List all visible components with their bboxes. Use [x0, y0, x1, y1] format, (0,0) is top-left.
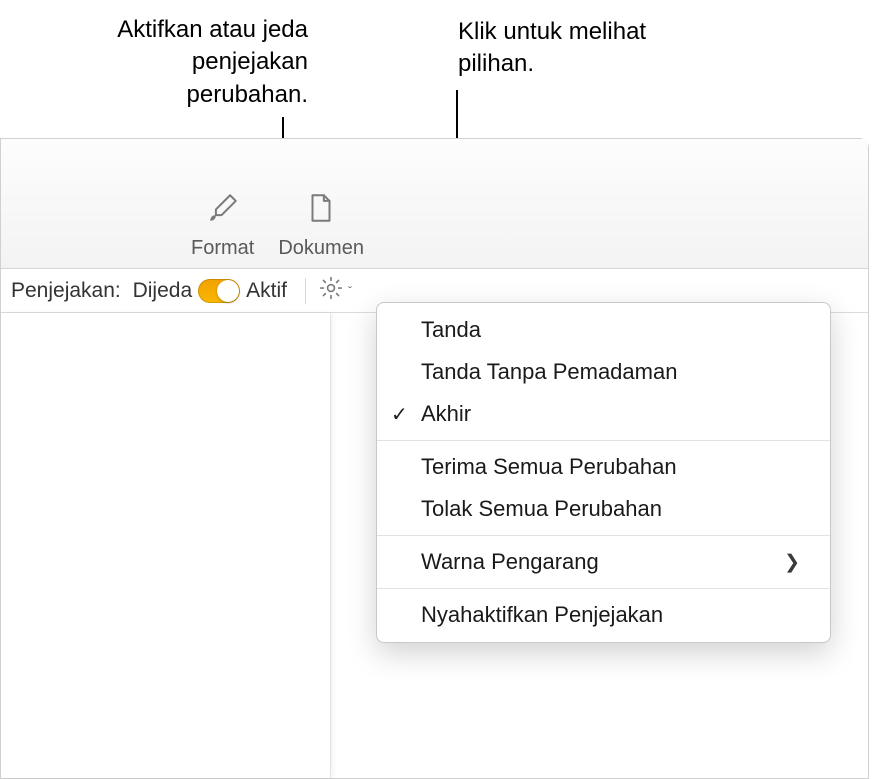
tracking-label: Penjejakan:	[11, 279, 121, 303]
document-label: Dokumen	[278, 237, 364, 260]
menu-item-label: Tanda Tanpa Pemadaman	[421, 359, 677, 385]
menu-item-disable-tracking[interactable]: Nyahaktifkan Penjejakan	[377, 594, 830, 636]
chevron-right-icon: ❯	[784, 551, 800, 574]
menu-item-label: Tanda	[421, 317, 481, 343]
menu-item-accept-all[interactable]: Terima Semua Perubahan	[377, 446, 830, 488]
document-icon	[304, 191, 338, 231]
chevron-down-icon: ˇ	[348, 284, 352, 298]
paintbrush-icon	[206, 191, 240, 231]
toolbar: Format Dokumen	[1, 139, 868, 269]
menu-item-label: Terima Semua Perubahan	[421, 454, 677, 480]
menu-item-label: Tolak Semua Perubahan	[421, 496, 662, 522]
divider	[305, 278, 306, 304]
menu-item-markup-no-delete[interactable]: Tanda Tanpa Pemadaman	[377, 351, 830, 393]
menu-item-label: Nyahaktifkan Penjejakan	[421, 602, 663, 628]
format-button[interactable]: Format	[191, 191, 254, 260]
menu-item-label: Akhir	[421, 401, 471, 427]
document-area	[1, 313, 331, 778]
menu-item-author-color[interactable]: Warna Pengarang ❯	[377, 541, 830, 583]
menu-item-label: Warna Pengarang	[421, 549, 599, 575]
callout-toggle: Aktifkan atau jeda penjejakan perubahan.	[78, 14, 308, 111]
tracking-paused-label: Dijeda	[133, 279, 193, 303]
toggle-knob	[217, 280, 239, 302]
callout-options: Klik untuk melihat pilihan.	[458, 16, 698, 81]
gear-icon	[318, 275, 344, 307]
menu-item-final[interactable]: ✓ Akhir	[377, 393, 830, 435]
checkmark-icon: ✓	[391, 402, 408, 427]
tracking-options-button[interactable]: ˇ	[318, 275, 352, 307]
tracking-toggle[interactable]	[198, 279, 240, 303]
tracking-options-menu: Tanda Tanda Tanpa Pemadaman ✓ Akhir Teri…	[376, 302, 831, 643]
menu-item-reject-all[interactable]: Tolak Semua Perubahan	[377, 488, 830, 530]
menu-separator	[377, 588, 830, 589]
menu-item-markup[interactable]: Tanda	[377, 309, 830, 351]
tracking-active-label: Aktif	[246, 279, 287, 303]
menu-separator	[377, 440, 830, 441]
tracking-toggle-group: Dijeda Aktif	[133, 279, 287, 303]
document-button[interactable]: Dokumen	[278, 191, 364, 260]
format-label: Format	[191, 237, 254, 260]
menu-separator	[377, 535, 830, 536]
